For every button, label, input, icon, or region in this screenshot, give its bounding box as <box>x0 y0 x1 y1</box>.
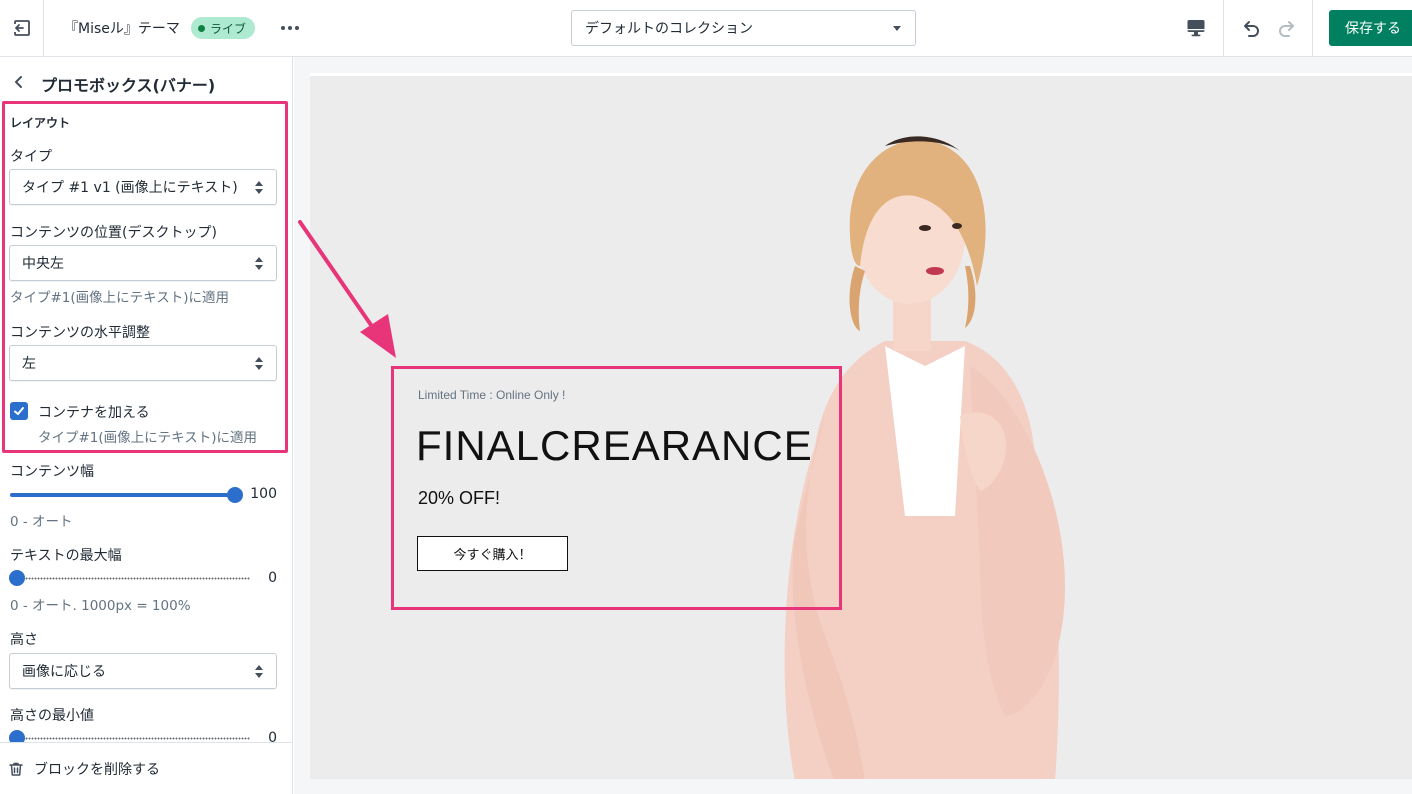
content-width-label: コンテンツ幅 <box>10 464 94 480</box>
height-select[interactable]: 画像に応じる <box>9 653 277 689</box>
live-badge-label: ライブ <box>210 21 247 36</box>
redo-button[interactable] <box>1272 12 1302 44</box>
select-arrows-icon <box>255 357 263 370</box>
divider <box>1312 0 1313 56</box>
collection-select-value: デフォルトのコレクション <box>585 21 753 37</box>
more-icon-dot <box>288 26 292 30</box>
max-width-value: 0 <box>268 570 277 586</box>
select-arrows-icon <box>255 665 263 678</box>
type-label: タイプ <box>10 149 52 165</box>
position-select-value: 中央左 <box>22 256 64 272</box>
position-label: コンテンツの位置(デスクトップ) <box>10 225 217 241</box>
checkmark-icon <box>14 407 24 415</box>
height-select-value: 画像に応じる <box>22 664 106 680</box>
undo-icon <box>1244 21 1259 37</box>
desktop-view-button[interactable] <box>1180 12 1212 44</box>
content-width-value: 100 <box>250 486 277 502</box>
promo-subheading: 20% OFF! <box>418 488 501 508</box>
section-heading-layout: レイアウト <box>10 116 71 130</box>
more-actions-button[interactable] <box>276 16 304 40</box>
max-width-label: テキストの最大幅 <box>10 548 122 564</box>
desktop-icon <box>1187 20 1205 37</box>
settings-sidebar: プロモボックス(バナー) レイアウト タイプ タイプ #1 v1 (画像上にテキ… <box>0 57 293 794</box>
halign-label: コンテンツの水平調整 <box>10 325 150 341</box>
select-arrows-icon <box>255 181 263 194</box>
height-label: 高さ <box>10 632 38 648</box>
back-button[interactable] <box>8 71 30 93</box>
promo-banner-canvas[interactable]: Limited Time : Online Only ! FINALCREARA… <box>310 73 1412 779</box>
max-width-slider-thumb[interactable] <box>9 570 25 586</box>
type-select[interactable]: タイプ #1 v1 (画像上にテキスト) <box>9 169 277 205</box>
back-icon <box>15 76 22 88</box>
undo-button[interactable] <box>1236 12 1266 44</box>
more-icon <box>281 26 285 30</box>
position-help: タイプ#1(画像上にテキスト)に適用 <box>10 290 230 306</box>
delete-block-label: ブロックを削除する <box>34 762 160 778</box>
promo-heading: FINALCREARANCE <box>416 422 813 469</box>
max-width-help: 0 - オート. 1000px = 100% <box>10 598 191 614</box>
trash-icon <box>9 762 23 776</box>
chevron-down-icon <box>893 26 901 31</box>
collection-select[interactable]: デフォルトのコレクション <box>571 10 916 46</box>
redo-icon <box>1279 21 1294 37</box>
content-width-help: 0 - オート <box>10 514 73 530</box>
live-dot-icon <box>198 24 205 32</box>
min-height-slider-track[interactable] <box>10 737 250 740</box>
min-height-label: 高さの最小値 <box>10 708 94 724</box>
position-select[interactable]: 中央左 <box>9 245 277 281</box>
sidebar-footer: ブロックを削除する <box>0 742 292 794</box>
promo-buy-now-button[interactable]: 今すぐ購入！ <box>417 536 568 571</box>
container-help: タイプ#1(画像上にテキスト)に適用 <box>38 430 258 446</box>
max-width-slider-track[interactable] <box>10 577 250 580</box>
theme-name: 『Miseル』テーマ <box>64 21 180 37</box>
halign-select-value: 左 <box>22 356 36 372</box>
delete-block-button[interactable]: ブロックを削除する <box>8 759 160 779</box>
panel-title: プロモボックス(バナー) <box>41 76 216 95</box>
theme-preview: Limited Time : Online Only ! FINALCREARA… <box>294 57 1412 794</box>
halign-select[interactable]: 左 <box>9 345 277 381</box>
annotation-arrow <box>298 220 396 358</box>
exit-button[interactable] <box>0 0 44 56</box>
more-icon-dot <box>295 26 299 30</box>
live-badge: ライブ <box>191 17 256 39</box>
content-width-slider-thumb[interactable] <box>227 487 243 503</box>
exit-icon <box>13 20 30 36</box>
content-width-slider-track[interactable] <box>10 493 236 497</box>
select-arrows-icon <box>255 257 263 270</box>
save-button[interactable]: 保存する <box>1329 10 1412 46</box>
container-checkbox-label[interactable]: コンテナを加える <box>38 402 150 422</box>
container-checkbox[interactable] <box>10 402 28 420</box>
divider <box>1223 0 1224 56</box>
promo-kicker: Limited Time : Online Only ! <box>418 388 566 402</box>
top-bar: 『Miseル』テーマ ライブ デフォルトのコレクション 保存する <box>0 0 1412 57</box>
type-select-value: タイプ #1 v1 (画像上にテキスト) <box>22 180 238 196</box>
